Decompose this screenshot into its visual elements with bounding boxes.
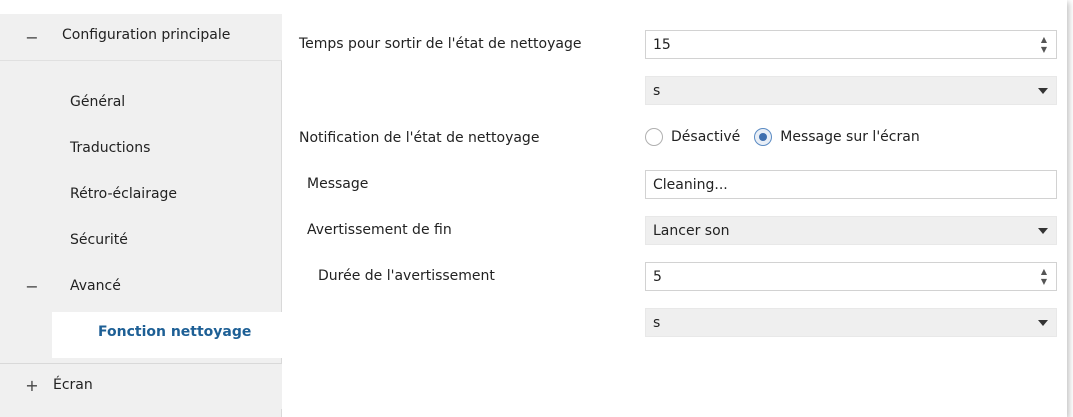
collapse-icon[interactable]: − [25, 28, 39, 47]
sidebar-group-label: Écran [53, 377, 93, 393]
time-to-exit-input[interactable]: 15 ▲ ▼ [645, 30, 1057, 59]
sidebar-group-ecran[interactable]: + Écran [0, 363, 282, 409]
message-label: Message [307, 176, 369, 192]
sidebar-item-label: Général [70, 94, 126, 110]
sidebar-item-label: Sécurité [70, 232, 128, 248]
time-to-exit-unit-select[interactable]: s [645, 76, 1057, 105]
radio-message-ecran-label[interactable]: Message sur l'écran [780, 129, 919, 145]
sidebar-group-avance[interactable]: − Avancé [0, 266, 282, 312]
radio-desactive-label[interactable]: Désactivé [671, 129, 740, 145]
time-to-exit-value: 15 [653, 36, 671, 53]
spinner-arrows-icon[interactable]: ▲ ▼ [1039, 267, 1049, 287]
warning-duration-unit-select[interactable]: s [645, 308, 1057, 337]
chevron-down-icon[interactable] [1038, 320, 1048, 326]
time-to-exit-label: Temps pour sortir de l'état de nettoyage [299, 36, 582, 52]
notification-label: Notification de l'état de nettoyage [299, 130, 540, 146]
sidebar-group-label: Avancé [70, 278, 121, 294]
message-input[interactable]: Cleaning... [645, 170, 1057, 199]
end-warning-value: Lancer son [653, 222, 730, 239]
chevron-down-icon[interactable] [1038, 88, 1048, 94]
end-warning-select[interactable]: Lancer son [645, 216, 1057, 245]
warning-duration-label: Durée de l'avertissement [318, 268, 495, 284]
sidebar-item-retro-eclairage[interactable]: Rétro-éclairage [0, 174, 282, 220]
spinner-arrows-icon[interactable]: ▲ ▼ [1039, 35, 1049, 55]
sidebar-group-label: Configuration principale [62, 27, 231, 43]
spin-down-icon[interactable]: ▼ [1039, 45, 1049, 55]
sidebar: − Configuration principale Général Tradu… [0, 14, 282, 417]
sidebar-item-label: Rétro-éclairage [70, 186, 178, 202]
warning-duration-input[interactable]: 5 ▲ ▼ [645, 262, 1057, 291]
message-value: Cleaning... [653, 176, 728, 193]
end-warning-label: Avertissement de fin [307, 222, 452, 238]
chevron-down-icon[interactable] [1038, 228, 1048, 234]
spin-up-icon[interactable]: ▲ [1039, 35, 1049, 45]
spin-down-icon[interactable]: ▼ [1039, 277, 1049, 287]
sidebar-item-label: Traductions [70, 140, 151, 156]
sidebar-item-general[interactable]: Général [0, 82, 282, 128]
sidebar-item-fonction-nettoyage[interactable]: Fonction nettoyage [52, 312, 282, 358]
time-to-exit-unit-value: s [653, 82, 661, 99]
collapse-icon[interactable]: − [25, 277, 39, 296]
sidebar-item-label: Fonction nettoyage [98, 324, 252, 340]
spin-up-icon[interactable]: ▲ [1039, 267, 1049, 277]
window-top-border [0, 0, 1067, 14]
warning-duration-unit-value: s [653, 314, 661, 331]
sidebar-item-securite[interactable]: Sécurité [0, 220, 282, 266]
sidebar-group-configuration-principale[interactable]: − Configuration principale [0, 14, 282, 61]
radio-message-ecran[interactable] [754, 128, 773, 146]
notification-radio-group: Désactivé Message sur l'écran [645, 128, 934, 146]
sidebar-item-traductions[interactable]: Traductions [0, 128, 282, 174]
parameters-panel: Temps pour sortir de l'état de nettoyage… [283, 14, 1067, 417]
radio-desactive[interactable] [645, 128, 663, 146]
warning-duration-value: 5 [653, 268, 662, 285]
expand-icon[interactable]: + [25, 376, 39, 395]
parameters-window: − Configuration principale Général Tradu… [0, 0, 1067, 417]
